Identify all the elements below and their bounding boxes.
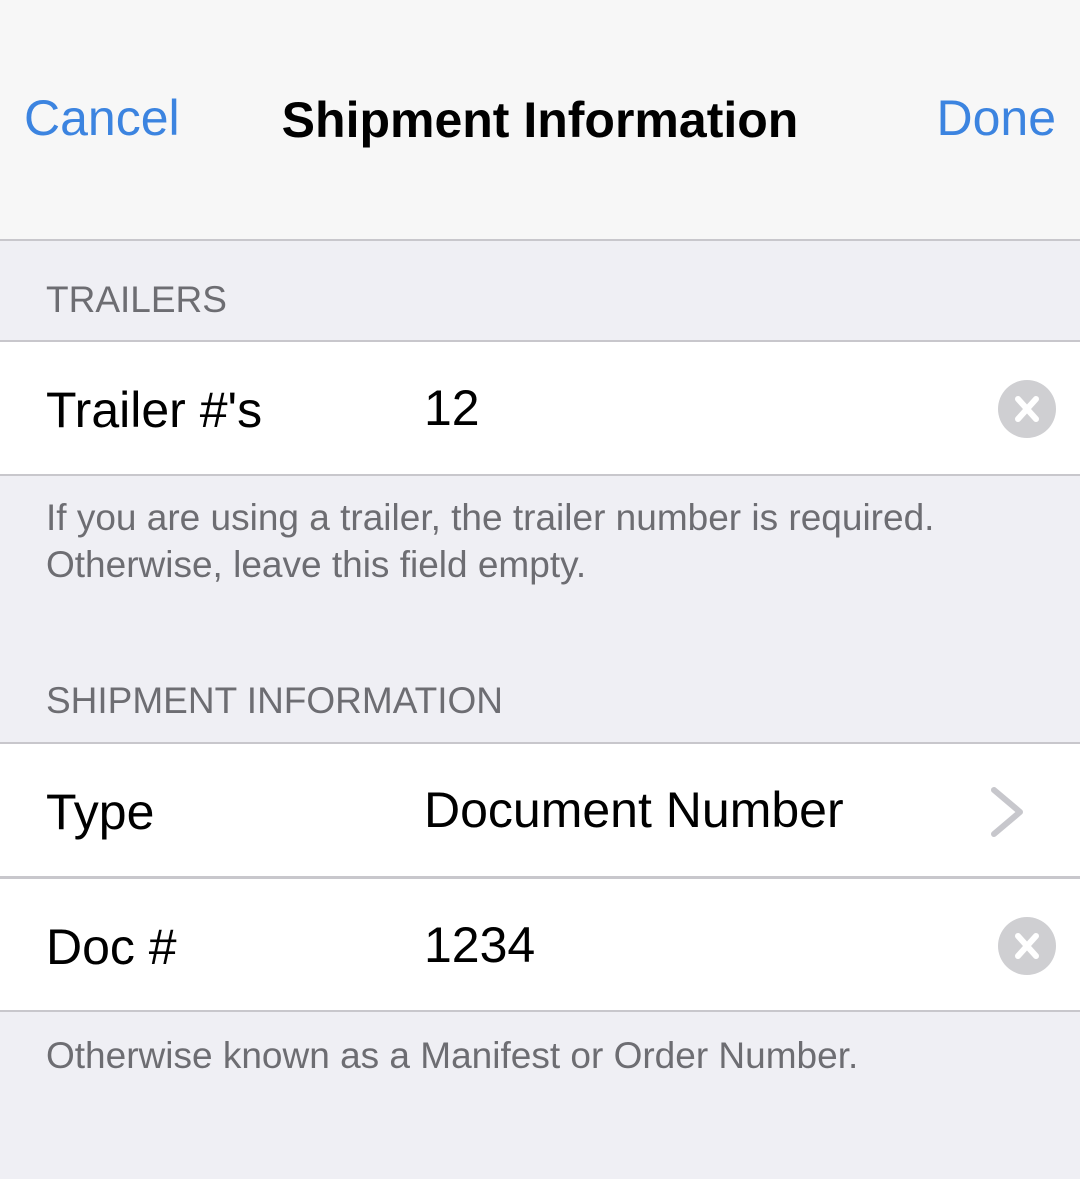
shipment-footer-note: Otherwise known as a Manifest or Order N… xyxy=(46,1035,859,1076)
doc-number-input[interactable] xyxy=(424,917,964,973)
done-button[interactable]: Done xyxy=(936,88,1056,148)
type-row[interactable]: Type Document Number xyxy=(0,742,1080,878)
doc-number-row[interactable]: Doc # xyxy=(0,876,1080,1012)
navigation-bar: Cancel Shipment Information Done xyxy=(0,0,1080,241)
trailer-number-label: Trailer #'s xyxy=(46,382,263,438)
trailers-footer-note: If you are using a trailer, the trailer … xyxy=(46,497,935,585)
clear-icon[interactable] xyxy=(998,380,1056,438)
clear-icon[interactable] xyxy=(998,917,1056,975)
chevron-right-icon xyxy=(988,784,1028,840)
doc-number-label: Doc # xyxy=(46,919,177,975)
type-value: Document Number xyxy=(424,782,844,838)
trailer-number-input[interactable] xyxy=(424,380,964,436)
page-title: Shipment Information xyxy=(281,92,799,148)
trailer-number-row[interactable]: Trailer #'s xyxy=(0,340,1080,476)
section-header-shipment-information: SHIPMENT INFORMATION xyxy=(46,680,504,721)
section-header-trailers: TRAILERS xyxy=(46,279,227,320)
type-label: Type xyxy=(46,784,155,840)
